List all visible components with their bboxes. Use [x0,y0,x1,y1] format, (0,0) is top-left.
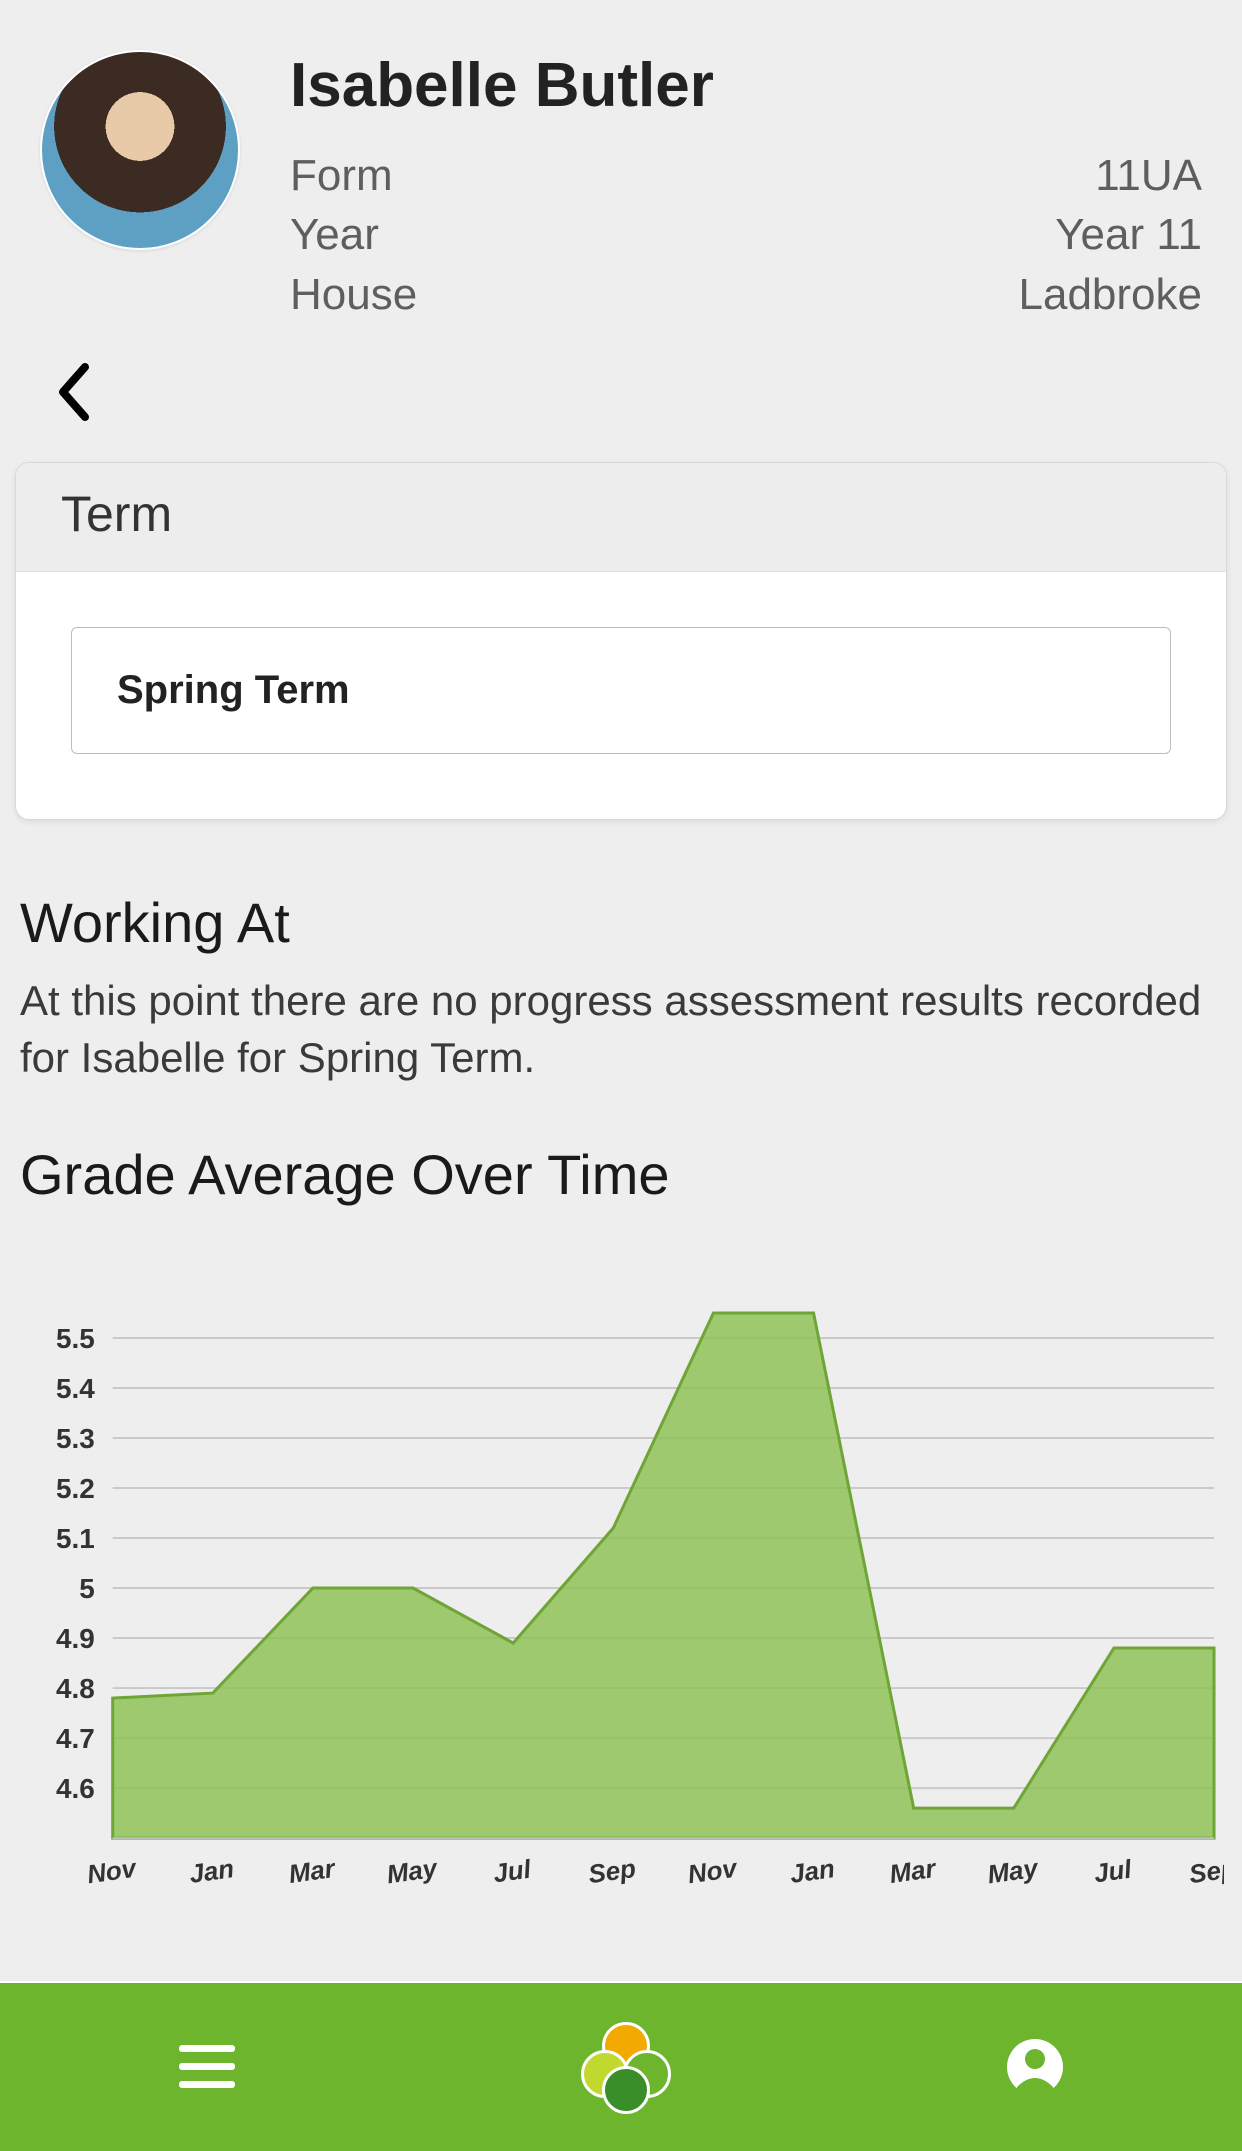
student-name: Isabelle Butler [290,50,1202,121]
info-row-form: Form 11UA [290,146,1202,205]
svg-text:5: 5 [79,1573,95,1604]
info-row-house: House Ladbroke [290,265,1202,324]
hamburger-icon [179,2045,235,2089]
svg-text:Mar: Mar [287,1854,338,1888]
form-value: 11UA [1095,146,1202,205]
avatar [40,50,240,250]
grade-chart: 4.6 4.7 4.8 4.9 5 5.1 5.2 5.3 5.4 5.5 Nov Jan Mar May… [0,1270,1242,1908]
term-card-header: Term [16,463,1226,572]
chart-heading: Grade Average Over Time [0,1087,1242,1225]
person-icon [1005,2037,1065,2097]
back-row [0,354,1242,462]
app-logo-icon [581,2022,661,2112]
term-card: Term Spring Term [15,462,1227,820]
term-card-body: Spring Term [16,572,1226,819]
svg-text:4.8: 4.8 [56,1673,95,1704]
svg-text:Mar: Mar [888,1854,939,1888]
svg-text:Jul: Jul [492,1855,534,1888]
term-select-value: Spring Term [117,668,350,712]
student-header: Isabelle Butler Form 11UA Year Year 11 H… [0,0,1242,354]
back-button[interactable] [45,362,105,422]
working-at-heading: Working At [0,820,1242,973]
svg-text:May: May [385,1854,440,1889]
svg-text:4.7: 4.7 [56,1723,95,1754]
info-row-year: Year Year 11 [290,205,1202,264]
term-select[interactable]: Spring Term [71,627,1171,754]
svg-text:Jan: Jan [788,1855,836,1889]
year-label: Year [290,205,379,264]
student-info: Isabelle Butler Form 11UA Year Year 11 H… [290,50,1202,324]
svg-text:4.9: 4.9 [56,1623,95,1654]
nav-profile-button[interactable] [995,2027,1075,2107]
svg-text:5.4: 5.4 [56,1372,95,1403]
svg-text:Jan: Jan [188,1855,236,1889]
nav-home-button[interactable] [581,2027,661,2107]
house-value: Ladbroke [1019,265,1202,324]
year-value: Year 11 [1055,205,1202,264]
svg-text:May: May [986,1854,1041,1889]
svg-text:5.5: 5.5 [56,1322,95,1353]
chevron-left-icon [55,362,95,422]
svg-text:Sep: Sep [1187,1854,1224,1888]
svg-text:5.2: 5.2 [56,1473,95,1504]
grade-chart-svg: 4.6 4.7 4.8 4.9 5 5.1 5.2 5.3 5.4 5.5 Nov Jan Mar May… [18,1270,1224,1908]
svg-text:Jul: Jul [1092,1855,1134,1888]
nav-menu-button[interactable] [167,2027,247,2107]
working-at-message: At this point there are no progress asse… [0,973,1242,1086]
svg-text:Nov: Nov [686,1854,740,1889]
house-label: House [290,265,417,324]
form-label: Form [290,146,393,205]
svg-text:5.1: 5.1 [56,1523,95,1554]
bottom-nav [0,1981,1242,2151]
svg-text:4.6: 4.6 [56,1773,95,1804]
svg-text:5.3: 5.3 [56,1422,95,1453]
svg-text:Sep: Sep [587,1854,638,1888]
svg-text:Nov: Nov [85,1854,139,1889]
